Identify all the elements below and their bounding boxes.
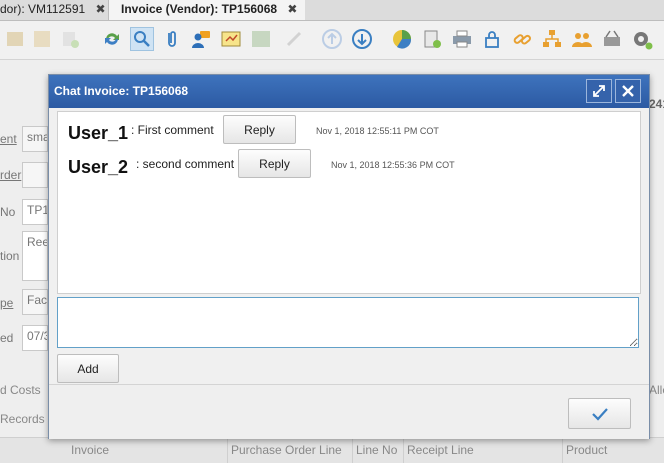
refresh-icon[interactable] bbox=[100, 27, 124, 51]
close-icon bbox=[622, 85, 634, 97]
archive-icon[interactable] bbox=[420, 27, 444, 51]
message-text: : First comment bbox=[131, 123, 214, 137]
save-icon[interactable] bbox=[30, 27, 54, 51]
tab-invoice-label: Invoice (Vendor): TP156068 bbox=[121, 2, 278, 16]
form-field-1[interactable]: sma bbox=[22, 126, 48, 152]
form-field-6[interactable]: 07/3 bbox=[22, 325, 48, 351]
message-list: User_1 : First comment Reply Nov 1, 2018… bbox=[57, 111, 641, 294]
ok-button[interactable] bbox=[568, 398, 631, 429]
reply-button[interactable]: Reply bbox=[223, 115, 296, 144]
grid-col-product[interactable]: Product bbox=[566, 443, 607, 457]
checkmark-icon bbox=[591, 407, 608, 421]
tab-bar: dor): VM112591 ✖ Invoice (Vendor): TP156… bbox=[0, 0, 664, 21]
reply-button[interactable]: Reply bbox=[238, 149, 311, 178]
form-label-2: rder bbox=[0, 168, 22, 182]
basket-icon[interactable] bbox=[600, 27, 624, 51]
maximize-button[interactable] bbox=[586, 79, 612, 103]
settings-icon[interactable] bbox=[630, 27, 654, 51]
close-dialog-button[interactable] bbox=[615, 79, 641, 103]
chat-icon[interactable] bbox=[189, 27, 213, 51]
message-timestamp: Nov 1, 2018 12:55:11 PM COT bbox=[316, 126, 439, 136]
grid-col-invoice[interactable]: Invoice bbox=[71, 443, 109, 457]
dialog-title-bar[interactable]: Chat Invoice: TP156068 bbox=[49, 75, 649, 108]
grid-col-po-line[interactable]: Purchase Order Line bbox=[231, 443, 342, 457]
new-icon[interactable] bbox=[58, 27, 82, 51]
dialog-title: Chat Invoice: TP156068 bbox=[54, 84, 189, 98]
tab-vendor[interactable]: dor): VM112591 ✖ bbox=[0, 0, 109, 20]
zoom-icon[interactable] bbox=[282, 27, 306, 51]
add-button[interactable]: Add bbox=[57, 354, 119, 383]
message-text: : second comment bbox=[136, 157, 235, 171]
comment-input[interactable] bbox=[57, 297, 639, 348]
right-fragment-1: 241 bbox=[649, 97, 664, 111]
workflow-icon[interactable] bbox=[540, 27, 564, 51]
grid-col-receipt-line[interactable]: Receipt Line bbox=[407, 443, 474, 457]
grid-col-line-no[interactable]: Line No bbox=[356, 443, 397, 457]
dialog-footer bbox=[49, 384, 649, 439]
right-fragment-2: Alle bbox=[649, 383, 664, 397]
form-field-3[interactable]: TP1 bbox=[22, 199, 48, 225]
chat-dialog: Chat Invoice: TP156068 User_1 : First co… bbox=[48, 74, 650, 439]
form-label-4: tion bbox=[0, 249, 20, 263]
grid-icon[interactable] bbox=[249, 27, 273, 51]
close-icon[interactable]: ✖ bbox=[287, 0, 297, 19]
toolbar bbox=[0, 21, 664, 60]
print-icon[interactable] bbox=[450, 27, 474, 51]
form-label-5: pe bbox=[0, 296, 14, 310]
attachment-icon[interactable] bbox=[160, 27, 184, 51]
report-icon[interactable] bbox=[390, 27, 414, 51]
section-costs[interactable]: d Costs bbox=[0, 383, 41, 397]
list-item: User_2 : second comment Reply Nov 1, 201… bbox=[68, 149, 628, 179]
down-icon[interactable] bbox=[350, 27, 374, 51]
form-label-6: ed bbox=[0, 331, 14, 345]
form-field-2[interactable] bbox=[22, 162, 48, 188]
message-timestamp: Nov 1, 2018 12:55:36 PM COT bbox=[331, 160, 455, 170]
link-icon[interactable] bbox=[510, 27, 534, 51]
form-field-5[interactable]: Fac bbox=[22, 289, 48, 315]
list-item: User_1 : First comment Reply Nov 1, 2018… bbox=[68, 115, 628, 145]
message-user: User_2 bbox=[68, 157, 129, 177]
form-field-4[interactable]: Ree bbox=[22, 231, 48, 281]
form-label-3: No bbox=[0, 205, 16, 219]
lock-icon[interactable] bbox=[480, 27, 504, 51]
up-icon[interactable] bbox=[320, 27, 344, 51]
tab-invoice[interactable]: Invoice (Vendor): TP156068 ✖ bbox=[109, 0, 305, 20]
section-records[interactable]: Records bbox=[0, 412, 45, 426]
note-icon[interactable] bbox=[219, 27, 243, 51]
tab-vendor-label: dor): VM112591 bbox=[0, 2, 86, 16]
form-label-1: ent bbox=[0, 132, 17, 146]
close-icon[interactable]: ✖ bbox=[96, 0, 106, 19]
expand-icon bbox=[593, 85, 605, 97]
grid-header: Invoice Purchase Order Line Line No Rece… bbox=[0, 437, 664, 463]
users-icon[interactable] bbox=[570, 27, 594, 51]
search-icon[interactable] bbox=[130, 27, 154, 51]
undo-icon[interactable] bbox=[3, 27, 27, 51]
message-user: User_1 bbox=[68, 123, 129, 143]
